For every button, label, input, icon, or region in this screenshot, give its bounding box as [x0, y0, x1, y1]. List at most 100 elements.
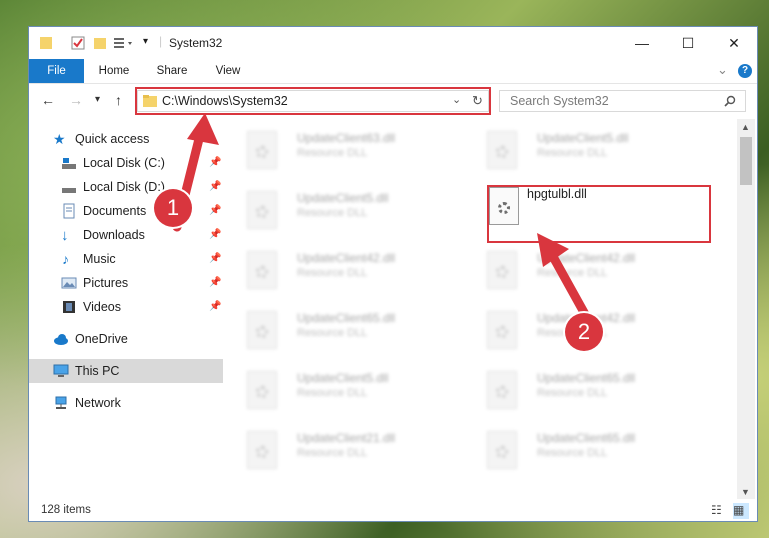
documents-icon [63, 203, 75, 219]
back-arrow-icon[interactable]: ← [41, 92, 55, 108]
large-icons-view-icon[interactable]: ▦ [733, 503, 749, 519]
sidebar-item-label: Pictures [83, 276, 129, 290]
dll-file-icon [247, 131, 277, 169]
properties-icon[interactable] [71, 36, 85, 50]
sidebar-item-label: Music [83, 252, 116, 266]
search-box[interactable]: Search System32 [499, 90, 746, 112]
close-button[interactable]: ✕ [711, 27, 757, 59]
file-type: Resource DLL [297, 447, 368, 459]
pictures-icon [61, 277, 77, 289]
file-type: Resource DLL [297, 147, 368, 159]
pin-icon[interactable]: 📌 [209, 277, 221, 288]
folder-icon[interactable] [39, 36, 53, 50]
title-bar: ▾ | System32 — ☐ ✕ [29, 27, 757, 59]
pin-icon[interactable]: 📌 [209, 301, 221, 312]
collapse-ribbon-icon[interactable]: ⌄ [717, 62, 728, 78]
star-icon: ★ [53, 131, 66, 147]
file-name: UpdateClient65.dll [537, 431, 636, 445]
forward-arrow-icon[interactable]: → [69, 92, 83, 108]
file-item[interactable]: UpdateClient42.dll Resource DLL [225, 245, 455, 295]
dll-file-icon [487, 251, 517, 289]
dll-file-icon [487, 431, 517, 469]
dll-file-icon [247, 251, 277, 289]
sidebar-item-videos[interactable]: Videos 📌 [29, 295, 223, 319]
new-folder-icon[interactable] [93, 36, 107, 50]
sidebar-item-label: Documents [83, 204, 147, 218]
scrollbar-thumb[interactable] [740, 137, 752, 185]
sidebar-item-music[interactable]: ♪ Music 📌 [29, 247, 223, 271]
file-type: Resource DLL [297, 207, 368, 219]
help-icon[interactable]: ? [738, 64, 752, 78]
cloud-icon [54, 334, 68, 345]
file-type: Resource DLL [537, 447, 608, 459]
scroll-up-icon[interactable]: ▲ [741, 122, 750, 132]
file-item[interactable]: UpdateClient63.dll Resource DLL [225, 125, 455, 175]
tab-file[interactable]: File [29, 59, 84, 83]
file-name: UpdateClient65.dll [537, 371, 636, 385]
minimize-button[interactable]: — [619, 27, 665, 59]
explorer-window: ▾ | System32 — ☐ ✕ File Home Share View … [28, 26, 758, 522]
search-input[interactable]: Search System32 [510, 94, 609, 108]
ribbon-tabs: File Home Share View ⌄ ? [29, 59, 757, 84]
pin-icon[interactable]: 📌 [209, 253, 221, 264]
file-name: UpdateClient42.dll [297, 251, 396, 265]
network-icon [55, 396, 67, 409]
drive-icon [62, 188, 76, 193]
step-badge-1: 1 [154, 189, 192, 227]
status-bar: 128 items ☷ ▦ [29, 501, 757, 521]
up-arrow-icon[interactable]: ↑ [115, 92, 122, 108]
dll-file-icon [247, 191, 277, 229]
sidebar-item-label: Quick access [75, 132, 150, 146]
sidebar-item-label: OneDrive [75, 332, 128, 346]
sidebar-item-pictures[interactable]: Pictures 📌 [29, 271, 223, 295]
file-type: Resource DLL [297, 387, 368, 399]
tab-view[interactable]: View [205, 59, 251, 83]
tab-share[interactable]: Share [147, 59, 197, 83]
sidebar-item-label: Videos [83, 300, 121, 314]
drive-icon [62, 158, 76, 169]
item-count: 128 items [41, 504, 91, 516]
details-view-icon[interactable]: ☷ [711, 503, 727, 519]
file-name: UpdateClient65.dll [297, 311, 396, 325]
music-icon: ♪ [62, 251, 69, 267]
file-type: Resource DLL [297, 327, 368, 339]
file-type: Resource DLL [537, 387, 608, 399]
file-name: UpdateClient5.dll [297, 371, 389, 385]
window-title: System32 [169, 36, 223, 50]
sidebar-item-label: Local Disk (C:) [83, 156, 165, 170]
file-item[interactable]: UpdateClient65.dll Resource DLL [225, 305, 455, 355]
sidebar-item-label: Downloads [83, 228, 145, 242]
maximize-button[interactable]: ☐ [665, 27, 711, 59]
sidebar-item-this-pc[interactable]: This PC [29, 359, 223, 383]
file-item[interactable]: UpdateClient65.dll Resource DLL [465, 365, 695, 415]
file-type: Resource DLL [537, 147, 608, 159]
file-name: UpdateClient5.dll [297, 191, 389, 205]
file-item[interactable]: UpdateClient5.dll Resource DLL [225, 365, 455, 415]
sidebar-item-network[interactable]: Network [29, 391, 223, 415]
dll-file-icon [487, 371, 517, 409]
file-item[interactable]: UpdateClient5.dll Resource DLL [225, 185, 455, 235]
sidebar-item-onedrive[interactable]: OneDrive [29, 327, 223, 351]
tab-home[interactable]: Home [89, 59, 139, 83]
file-item[interactable]: UpdateClient65.dll Resource DLL [465, 425, 695, 475]
step-badge-2: 2 [565, 313, 603, 351]
vertical-scrollbar[interactable]: ▲ ▼ [737, 119, 755, 499]
scroll-down-icon[interactable]: ▼ [741, 487, 750, 497]
sidebar-item-label: This PC [75, 364, 120, 378]
dll-file-icon [487, 311, 517, 349]
dropdown-arrow-icon[interactable]: ▾ [143, 36, 148, 47]
recent-locations-icon[interactable]: ▾ [95, 94, 100, 105]
computer-icon [53, 364, 69, 377]
file-item[interactable]: UpdateClient5.dll Resource DLL [465, 125, 695, 175]
search-icon[interactable] [724, 95, 736, 107]
customize-toolbar-icon[interactable] [113, 36, 135, 50]
dll-file-icon [247, 371, 277, 409]
file-type: Resource DLL [297, 267, 368, 279]
videos-icon [63, 301, 75, 313]
sidebar-item-label: Network [75, 396, 121, 410]
file-list: UpdateClient63.dll Resource DLL UpdateCl… [225, 119, 737, 499]
address-row: ← → ▾ ↑ C:\Windows\System32 ⌄ ↻ Search S… [29, 83, 757, 119]
file-name: UpdateClient21.dll [297, 431, 396, 445]
file-item[interactable]: UpdateClient21.dll Resource DLL [225, 425, 455, 475]
dll-file-icon [247, 431, 277, 469]
